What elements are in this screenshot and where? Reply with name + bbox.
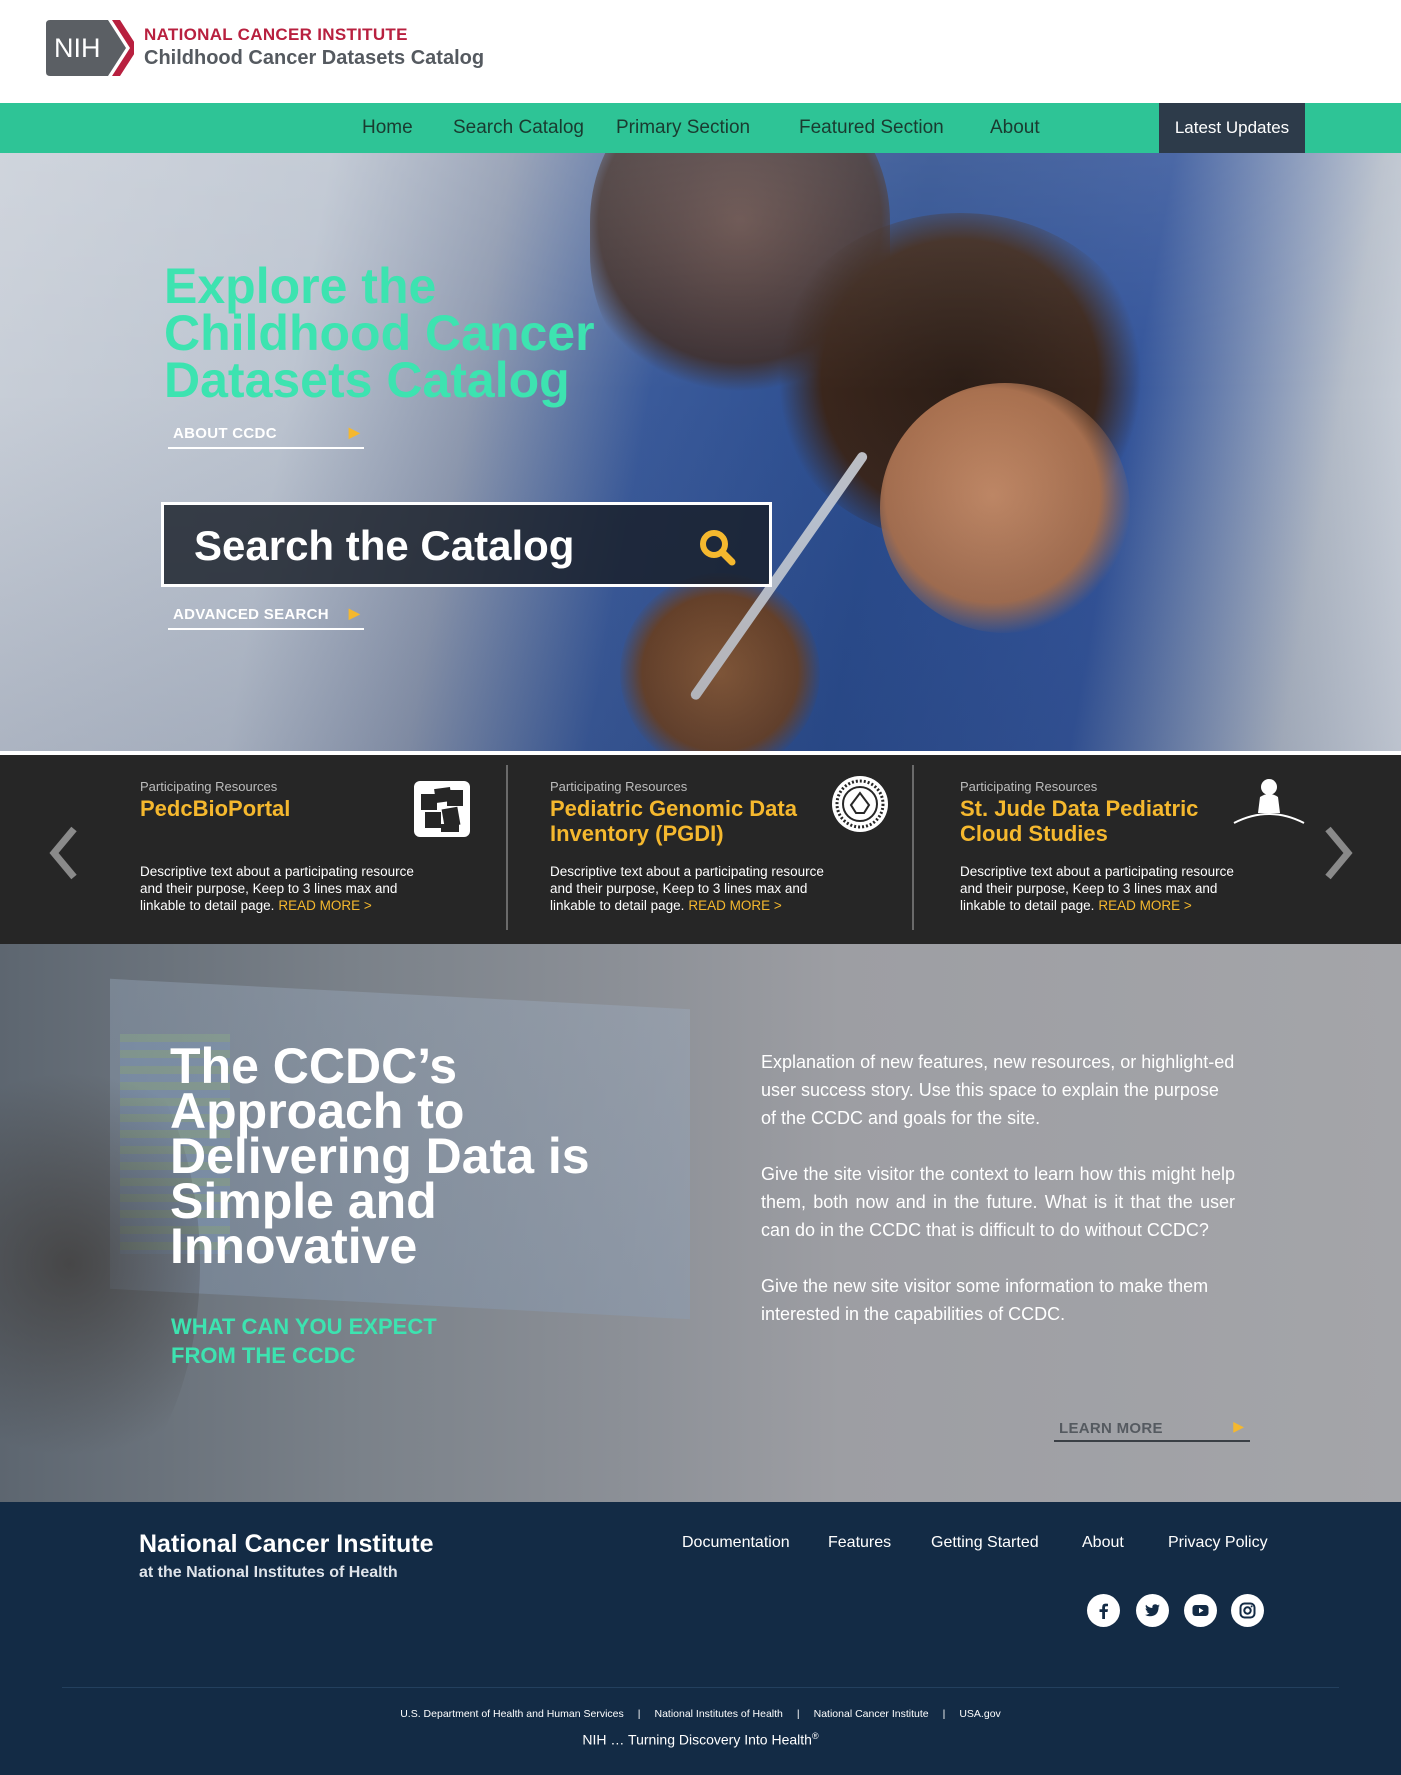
gov-link-nih[interactable]: National Institutes of Health xyxy=(654,1708,782,1720)
gov-link-hhs[interactable]: U.S. Department of Health and Human Serv… xyxy=(400,1708,624,1720)
st-jude-logo-icon xyxy=(1233,779,1305,824)
footer-link-about[interactable]: About xyxy=(1082,1534,1124,1552)
registered-mark: ® xyxy=(811,1731,819,1741)
resource-kicker: Participating Resources xyxy=(550,779,688,794)
footer-divider xyxy=(62,1687,1339,1688)
footer-org-subtitle: at the National Institutes of Health xyxy=(139,1564,398,1581)
resource-card[interactable]: Participating Resources PedcBioPortal De… xyxy=(140,755,480,944)
card-divider xyxy=(506,765,508,930)
approach-paragraph: Give the new site visitor some informati… xyxy=(761,1276,1209,1324)
gov-link-nci[interactable]: National Cancer Institute xyxy=(814,1708,929,1720)
footer-link-features[interactable]: Features xyxy=(828,1534,891,1552)
search-icon[interactable] xyxy=(697,527,737,567)
read-more-link[interactable]: READ MORE > xyxy=(278,898,371,913)
footer-link-privacy-policy[interactable]: Privacy Policy xyxy=(1168,1534,1268,1552)
hero-overlay xyxy=(0,153,1401,751)
gov-link-usa-gov[interactable]: USA.gov xyxy=(959,1708,1000,1720)
hero-title: Explore the Childhood Cancer Datasets Ca… xyxy=(164,258,595,408)
catalog-search-box[interactable]: Search the Catalog xyxy=(161,502,772,587)
resource-kicker: Participating Resources xyxy=(960,779,1098,794)
nih-logo-icon[interactable]: NIH xyxy=(46,20,134,76)
footer-link-documentation[interactable]: Documentation xyxy=(682,1534,790,1552)
approach-kicker: WHAT CAN YOU EXPECT FROM THE CCDC xyxy=(171,1314,437,1368)
site-header: NIH NATIONAL CANCER INSTITUTE Childhood … xyxy=(0,0,1401,103)
pedcbioportal-logo-icon xyxy=(414,781,470,837)
resource-title[interactable]: St. Jude Data Pediatric Cloud Studies xyxy=(960,796,1198,846)
search-label: Search the Catalog xyxy=(194,522,575,569)
latest-updates-button[interactable]: Latest Updates xyxy=(1159,103,1305,153)
chevron-right-icon[interactable] xyxy=(1318,823,1358,883)
approach-section: The CCDC’s Approach to Delivering Data i… xyxy=(0,944,1401,1502)
footer-link-getting-started[interactable]: Getting Started xyxy=(931,1534,1039,1552)
play-arrow-icon: ▶ xyxy=(348,605,360,621)
footer-org-name[interactable]: National Cancer Institute xyxy=(139,1530,434,1559)
hero-banner: Explore the Childhood Cancer Datasets Ca… xyxy=(0,153,1401,751)
about-ccdc-link[interactable]: ABOUT CCDC ▶ xyxy=(168,419,364,449)
play-arrow-icon: ▶ xyxy=(1233,1418,1244,1434)
footer-tagline: NIH … Turning Discovery Into Health® xyxy=(582,1731,819,1748)
youtube-icon[interactable] xyxy=(1184,1594,1217,1627)
resource-description: Descriptive text about a participating r… xyxy=(140,864,414,913)
svg-text:NIH: NIH xyxy=(54,33,101,63)
catalog-name[interactable]: Childhood Cancer Datasets Catalog xyxy=(144,47,484,70)
read-more-link[interactable]: READ MORE > xyxy=(688,898,781,913)
resource-kicker: Participating Resources xyxy=(140,779,278,794)
chevron-left-icon[interactable] xyxy=(46,823,86,883)
play-arrow-icon: ▶ xyxy=(348,424,360,440)
approach-title: The CCDC’s Approach to Delivering Data i… xyxy=(170,1038,590,1274)
card-divider xyxy=(912,765,914,930)
resource-card[interactable]: Participating Resources Pediatric Genomi… xyxy=(550,755,890,944)
resource-card[interactable]: Participating Resources St. Jude Data Pe… xyxy=(960,755,1305,944)
advanced-search-link[interactable]: ADVANCED SEARCH ▶ xyxy=(168,600,364,630)
nav-item-about[interactable]: About xyxy=(990,117,1040,139)
nav-item-search-catalog[interactable]: Search Catalog xyxy=(453,117,584,139)
nav-item-home[interactable]: Home xyxy=(362,117,413,139)
twitter-icon[interactable] xyxy=(1136,1594,1169,1627)
nav-item-featured-section[interactable]: Featured Section xyxy=(799,117,944,139)
read-more-link[interactable]: READ MORE > xyxy=(1098,898,1191,913)
resource-description: Descriptive text about a participating r… xyxy=(960,864,1234,913)
institute-name: NATIONAL CANCER INSTITUTE xyxy=(144,25,408,44)
approach-paragraph: Give the site visitor the context to lea… xyxy=(761,1164,1235,1240)
learn-more-link[interactable]: LEARN MORE ▶ xyxy=(1054,1412,1250,1442)
main-nav: Home Search Catalog Primary Section Feat… xyxy=(0,103,1401,153)
pgdi-seal-icon xyxy=(832,776,888,832)
site-footer: National Cancer Institute at the Nationa… xyxy=(0,1502,1401,1775)
approach-body: Explanation of new features, new resourc… xyxy=(761,1048,1235,1356)
nav-item-primary-section[interactable]: Primary Section xyxy=(616,117,750,139)
resource-title[interactable]: Pediatric Genomic Data Inventory (PGDI) xyxy=(550,796,797,846)
resource-description: Descriptive text about a participating r… xyxy=(550,864,824,913)
facebook-icon[interactable] xyxy=(1087,1594,1120,1627)
instagram-icon[interactable] xyxy=(1231,1594,1264,1627)
participating-resources-carousel: Participating Resources PedcBioPortal De… xyxy=(0,755,1401,944)
resource-title[interactable]: PedcBioPortal xyxy=(140,796,290,821)
approach-paragraph: Explanation of new features, new resourc… xyxy=(761,1052,1235,1128)
government-links: U.S. Department of Health and Human Serv… xyxy=(400,1708,1001,1720)
